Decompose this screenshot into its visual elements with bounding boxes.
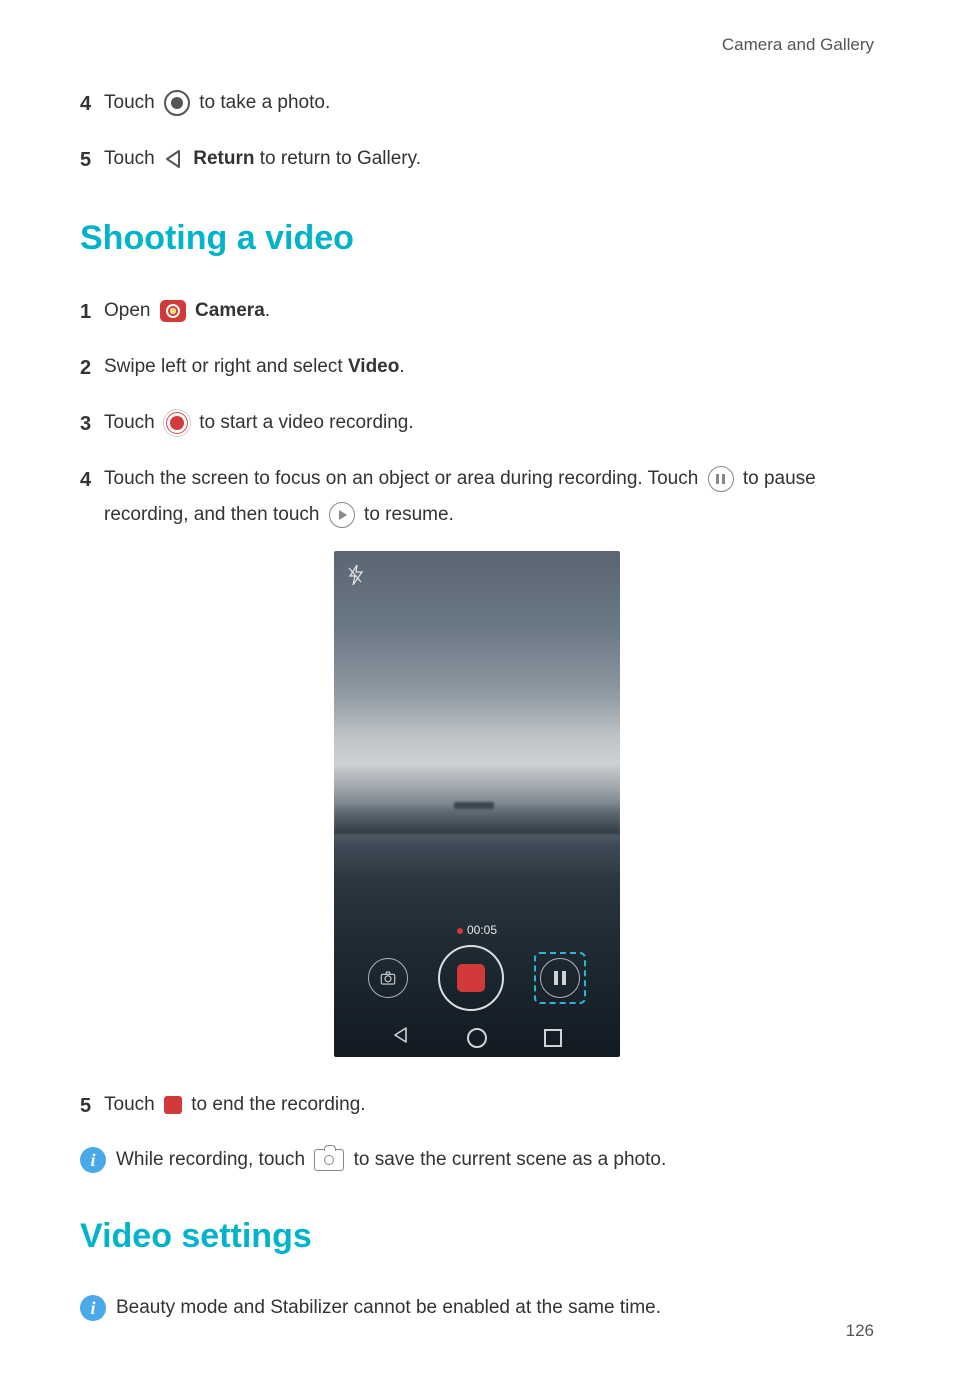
step-body: Touch to start a video recording. <box>104 405 874 441</box>
text: to save the current scene as a photo. <box>354 1149 667 1170</box>
step-1-open-camera: 1 Open Camera. <box>80 293 874 331</box>
step-number: 5 <box>80 1087 104 1125</box>
step-2-select-video: 2 Swipe left or right and select Video. <box>80 349 874 387</box>
step-body: Swipe left or right and select Video. <box>104 349 874 385</box>
nav-recent-icon[interactable] <box>544 1029 562 1047</box>
step-4-focus-pause-resume: 4 Touch the screen to focus on an object… <box>80 461 874 533</box>
camera-controls <box>334 945 620 1011</box>
page-number: 126 <box>846 1321 874 1341</box>
step-number: 2 <box>80 349 104 387</box>
horizon-scene <box>334 804 620 834</box>
text: Open <box>104 300 156 321</box>
shutter-icon <box>164 90 190 116</box>
step-body: Touch the screen to focus on an object o… <box>104 461 874 533</box>
step-body: Touch to take a photo. <box>104 85 874 121</box>
step-5-return: 5 Touch Return to return to Gallery. <box>80 141 874 179</box>
record-shutter-icon <box>164 410 190 436</box>
info-note-beauty-stabilizer: i Beauty mode and Stabilizer cannot be e… <box>80 1291 874 1325</box>
text: to start a video recording. <box>199 412 413 433</box>
breadcrumb: Camera and Gallery <box>80 35 874 55</box>
step-body: Touch Return to return to Gallery. <box>104 141 874 177</box>
text: to take a photo. <box>199 92 330 113</box>
android-navbar <box>334 1026 620 1049</box>
highlight-box <box>534 952 586 1004</box>
video-label: Video <box>348 356 399 377</box>
camera-app-icon <box>160 300 186 322</box>
step-3-start-recording: 3 Touch to start a video recording. <box>80 405 874 443</box>
info-icon: i <box>80 1295 106 1321</box>
flash-icon[interactable] <box>348 565 364 590</box>
text: . <box>265 300 270 321</box>
text: . <box>399 356 404 377</box>
stop-record-button[interactable] <box>438 945 504 1011</box>
step-5-end-recording: 5 Touch to end the recording. <box>80 1087 874 1125</box>
text: Touch <box>104 412 160 433</box>
pause-icon <box>708 466 734 492</box>
note-text: Beauty mode and Stabilizer cannot be ena… <box>116 1291 874 1325</box>
text: to resume. <box>364 504 454 525</box>
pause-button-highlighted[interactable] <box>534 952 586 1004</box>
text: While recording, touch <box>116 1149 310 1170</box>
document-page: Camera and Gallery 4 Touch to take a pho… <box>0 0 954 1376</box>
info-icon: i <box>80 1147 106 1173</box>
text: Touch the screen to focus on an object o… <box>104 468 704 489</box>
return-label: Return <box>193 148 254 169</box>
step-number: 3 <box>80 405 104 443</box>
text: Swipe left or right and select <box>104 356 348 377</box>
play-icon <box>329 502 355 528</box>
phone-screenshot: 00:05 <box>334 551 620 1057</box>
stop-icon <box>164 1096 182 1114</box>
step-body: Touch to end the recording. <box>104 1087 874 1123</box>
text: Touch <box>104 1094 160 1115</box>
info-note-snapshot: i While recording, touch to save the cur… <box>80 1143 874 1177</box>
heading-shooting-video: Shooting a video <box>80 219 874 258</box>
camera-outline-icon <box>314 1149 344 1171</box>
recording-timer: 00:05 <box>334 923 620 937</box>
text: to end the recording. <box>191 1094 365 1115</box>
text: Touch <box>104 92 160 113</box>
nav-back-icon[interactable] <box>392 1026 410 1049</box>
step-number: 4 <box>80 85 104 123</box>
step-4-take-photo: 4 Touch to take a photo. <box>80 85 874 123</box>
note-body: While recording, touch to save the curre… <box>116 1143 874 1177</box>
heading-video-settings: Video settings <box>80 1217 874 1256</box>
step-body: Open Camera. <box>104 293 874 329</box>
step-number: 5 <box>80 141 104 179</box>
snapshot-button[interactable] <box>368 958 408 998</box>
step-number: 4 <box>80 461 104 499</box>
text: Touch <box>104 148 160 169</box>
nav-home-icon[interactable] <box>467 1028 487 1048</box>
step-number: 1 <box>80 293 104 331</box>
text: to return to Gallery. <box>260 148 421 169</box>
camera-label: Camera <box>195 300 265 321</box>
back-triangle-icon <box>164 149 184 169</box>
